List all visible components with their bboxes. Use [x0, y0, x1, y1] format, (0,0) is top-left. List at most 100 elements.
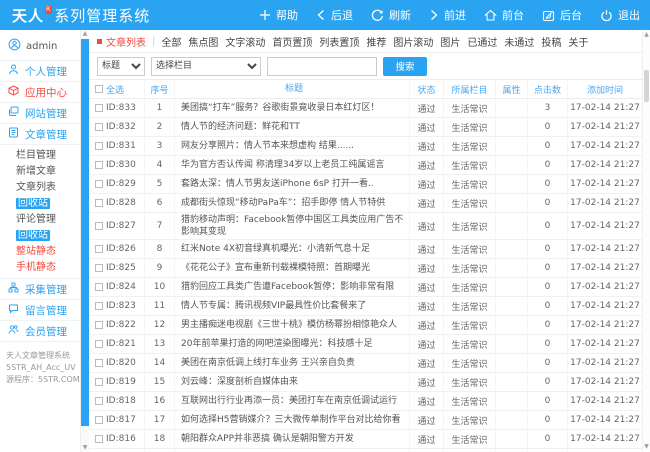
- tab-filter-link[interactable]: 图片滚动: [393, 34, 433, 49]
- row-checkbox[interactable]: [95, 359, 103, 367]
- submenu-item-categories[interactable]: 栏目管理: [0, 148, 80, 164]
- sidebar-item-article[interactable]: 文章管理: [0, 124, 80, 145]
- table-row[interactable]: ID:829 5 套路太深：情人节男友送iPhone 6sP 打开一看.. 通过…: [89, 175, 642, 194]
- table-row[interactable]: ID:832 2 情人节的经济问题：鲜花和TT 通过 生活常识 0 17-02-…: [89, 118, 642, 137]
- row-checkbox[interactable]: [95, 142, 103, 150]
- row-title[interactable]: 猎豹移动声明：Facebook暂停中国区工具类应用广告不影响其变现: [175, 213, 410, 239]
- tab-article-list[interactable]: 文章列表: [97, 34, 146, 49]
- submenu-item-recycle-2[interactable]: 回收站: [0, 228, 80, 244]
- sidebar-item-members[interactable]: 会员管理: [0, 321, 80, 342]
- sidebar-user[interactable]: admin: [0, 34, 80, 61]
- help-button[interactable]: 帮助: [259, 7, 298, 23]
- submenu-item-mobile-static[interactable]: 手机静态: [0, 260, 80, 276]
- row-checkbox[interactable]: [95, 104, 103, 112]
- row-checkbox[interactable]: [95, 222, 103, 230]
- search-input[interactable]: [267, 57, 377, 76]
- row-title[interactable]: 刘云峰：深度剖析自媒体由来: [175, 373, 410, 391]
- table-row[interactable]: ID:824 10 猎豹回应工具类广告遭Facebook暂停：影响非常有限 通过…: [89, 278, 642, 297]
- main-scrollbar-thumb[interactable]: [644, 70, 649, 102]
- row-checkbox[interactable]: [95, 161, 103, 169]
- row-title[interactable]: 美团在南京低调上线打车业务 王兴亲自负责: [175, 354, 410, 372]
- sidebar-item-messages[interactable]: 留言管理: [0, 300, 80, 321]
- table-row[interactable]: ID:818 16 互联网出行行业再添一员：美团打车在南京低调试运行 通过 生活…: [89, 392, 642, 411]
- scroll-down-icon[interactable]: ▼: [81, 444, 89, 452]
- row-title[interactable]: 朝阳群众APP并非恶搞 确认是朝阳警方开发: [175, 430, 410, 448]
- table-row[interactable]: ID:826 8 红米Note 4X初音绿真机曝光：小清新气息十足 通过 生活常…: [89, 240, 642, 259]
- sidebar-item-personal[interactable]: 个人管理: [0, 61, 80, 82]
- row-checkbox[interactable]: [95, 264, 103, 272]
- sidebar-scrollbar[interactable]: ▲ ▼: [80, 30, 89, 452]
- row-checkbox[interactable]: [95, 283, 103, 291]
- tab-filter-link[interactable]: 全部: [161, 34, 181, 49]
- submenu-item-comments[interactable]: 评论管理: [0, 212, 80, 228]
- row-title[interactable]: 华为官方否认传闻 称清理34岁以上老员工纯属谣言: [175, 156, 410, 174]
- category-select[interactable]: 选择栏目: [151, 57, 261, 76]
- tab-filter-link[interactable]: 文字滚动: [225, 34, 265, 49]
- row-checkbox[interactable]: [95, 123, 103, 131]
- backend-button[interactable]: 后台: [542, 7, 582, 23]
- logout-button[interactable]: 退出: [600, 7, 640, 23]
- tab-filter-link[interactable]: 图片: [440, 34, 460, 49]
- scroll-down-icon[interactable]: ▼: [643, 443, 650, 451]
- submenu-item-recycle-1[interactable]: 回收站: [0, 196, 80, 212]
- refresh-button[interactable]: 刷新: [371, 7, 411, 23]
- table-row[interactable]: ID:821 13 20年前苹果打造的网吧渲染图曝光：科技感十足 通过 生活常识…: [89, 335, 642, 354]
- row-title[interactable]: 互联网出行行业再添一员：美团打车在南京低调试运行: [175, 392, 410, 410]
- table-row[interactable]: ID:828 6 成都街头惊现“移动PaPa车”：招手即停 情人节特供 通过 生…: [89, 194, 642, 213]
- search-button[interactable]: 搜索: [383, 57, 427, 76]
- tab-filter-link[interactable]: 列表置顶: [319, 34, 359, 49]
- row-checkbox[interactable]: [95, 199, 103, 207]
- row-title[interactable]: 《花花公子》宣布重新刊载裸模特照：首期曝光: [175, 259, 410, 277]
- tab-filter-link[interactable]: 推荐: [366, 34, 386, 49]
- table-row[interactable]: ID:819 15 刘云峰：深度剖析自媒体由来 通过 生活常识 0 17-02-…: [89, 373, 642, 392]
- table-row[interactable]: ID:817 17 如何选择H5营销媒介？三大微传单制作平台对比给你看 通过 生…: [89, 411, 642, 430]
- row-title[interactable]: 男主播痴迷电视剧《三世十桃》模仿杨幂扮相惊艳众人: [175, 316, 410, 334]
- row-title[interactable]: 网友分享照片：情人节本来想虚构 结果......: [175, 137, 410, 155]
- row-title[interactable]: 情人节的经济问题：鲜花和TT: [175, 118, 410, 136]
- row-title[interactable]: 猎豹回应工具类广告遭Facebook暂停：影响非常有限: [175, 278, 410, 296]
- tab-filter-link[interactable]: 未通过: [504, 34, 534, 49]
- row-title[interactable]: 如何选择H5营销媒介？三大微传单制作平台对比给你看: [175, 411, 410, 429]
- row-title[interactable]: 20年前苹果打造的网吧渲染图曝光：科技感十足: [175, 335, 410, 353]
- sidebar-scrollbar-thumb[interactable]: [81, 39, 89, 426]
- table-row[interactable]: ID:823 11 情人节专属：腾讯视频VIP最具性价比套餐来了 通过 生活常识…: [89, 297, 642, 316]
- row-title[interactable]: 情人节专属：腾讯视频VIP最具性价比套餐来了: [175, 297, 410, 315]
- row-checkbox[interactable]: [95, 245, 103, 253]
- tab-filter-link[interactable]: 已通过: [467, 34, 497, 49]
- select-all-checkbox[interactable]: [95, 85, 103, 93]
- tab-filter-link[interactable]: 焦点图: [188, 34, 218, 49]
- table-row[interactable]: ID:827 7 猎豹移动声明：Facebook暂停中国区工具类应用广告不影响其…: [89, 213, 642, 240]
- row-checkbox[interactable]: [95, 180, 103, 188]
- table-row[interactable]: ID:831 3 网友分享照片：情人节本来想虚构 结果...... 通过 生活常…: [89, 137, 642, 156]
- frontend-button[interactable]: 前台: [484, 7, 524, 23]
- scroll-up-icon[interactable]: ▲: [643, 31, 650, 39]
- row-title[interactable]: 美团搞“打车”服务？谷歌街景竟收录日本红灯区！: [175, 99, 410, 117]
- forward-button[interactable]: 前进: [429, 7, 466, 23]
- search-field-select[interactable]: 标题: [97, 57, 145, 76]
- row-title[interactable]: 套路太深：情人节男友送iPhone 6sP 打开一看..: [175, 175, 410, 193]
- row-title[interactable]: 成都街头惊现“移动PaPa车”：招手即停 情人节特供: [175, 194, 410, 212]
- table-row[interactable]: ID:816 18 朝阳群众APP并非恶搞 确认是朝阳警方开发 通过 生活常识 …: [89, 430, 642, 449]
- row-checkbox[interactable]: [95, 435, 103, 443]
- submenu-item-site-static[interactable]: 整站静态: [0, 244, 80, 260]
- tab-filter-link[interactable]: 首页置顶: [272, 34, 312, 49]
- row-checkbox[interactable]: [95, 397, 103, 405]
- row-checkbox[interactable]: [95, 416, 103, 424]
- table-row[interactable]: ID:822 12 男主播痴迷电视剧《三世十桃》模仿杨幂扮相惊艳众人 通过 生活…: [89, 316, 642, 335]
- main-scrollbar[interactable]: ▲ ▼: [642, 30, 650, 452]
- scroll-up-icon[interactable]: ▲: [81, 30, 89, 38]
- table-row[interactable]: ID:830 4 华为官方否认传闻 称清理34岁以上老员工纯属谣言 通过 生活常…: [89, 156, 642, 175]
- row-checkbox[interactable]: [95, 378, 103, 386]
- tab-filter-link[interactable]: 投稿: [541, 34, 561, 49]
- table-row[interactable]: ID:833 1 美团搞“打车”服务？谷歌街景竟收录日本红灯区！ 通过 生活常识…: [89, 99, 642, 118]
- tab-filter-link[interactable]: 关于: [568, 34, 588, 49]
- row-checkbox[interactable]: [95, 302, 103, 310]
- back-button[interactable]: 后退: [316, 7, 353, 23]
- submenu-item-article-list[interactable]: 文章列表: [0, 180, 80, 196]
- row-title[interactable]: 红米Note 4X初音绿真机曝光：小清新气息十足: [175, 240, 410, 258]
- sidebar-item-collect[interactable]: 采集管理: [0, 279, 80, 300]
- row-checkbox[interactable]: [95, 321, 103, 329]
- sidebar-item-appcenter[interactable]: 应用中心: [0, 82, 80, 103]
- submenu-item-new-article[interactable]: 新增文章: [0, 164, 80, 180]
- row-checkbox[interactable]: [95, 340, 103, 348]
